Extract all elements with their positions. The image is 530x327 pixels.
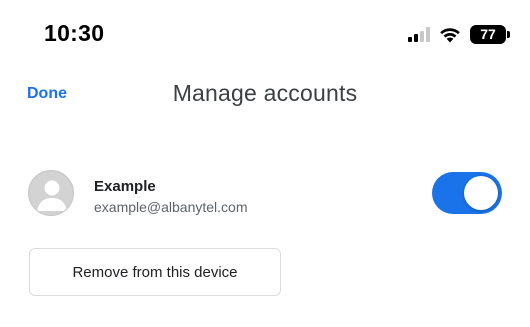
remove-from-device-button[interactable]: Remove from this device <box>29 248 281 296</box>
status-time: 10:30 <box>44 20 105 46</box>
signal-icon <box>408 26 430 42</box>
battery-icon: 77 <box>470 24 510 44</box>
status-icons: 77 <box>408 22 510 46</box>
wifi-icon <box>440 28 460 43</box>
account-row: Example example@albanytel.com <box>28 168 502 218</box>
default-avatar-icon <box>28 170 74 216</box>
account-email: example@albanytel.com <box>94 199 248 215</box>
battery-level: 77 <box>480 26 496 42</box>
account-toggle[interactable] <box>432 172 502 214</box>
person-icon <box>37 180 67 211</box>
page-title: Manage accounts <box>172 80 358 106</box>
account-name: Example <box>94 178 156 195</box>
manage-accounts-screen: 10:30 77 Done Manage accounts Example ex… <box>0 0 530 327</box>
toggle-knob <box>464 176 498 210</box>
